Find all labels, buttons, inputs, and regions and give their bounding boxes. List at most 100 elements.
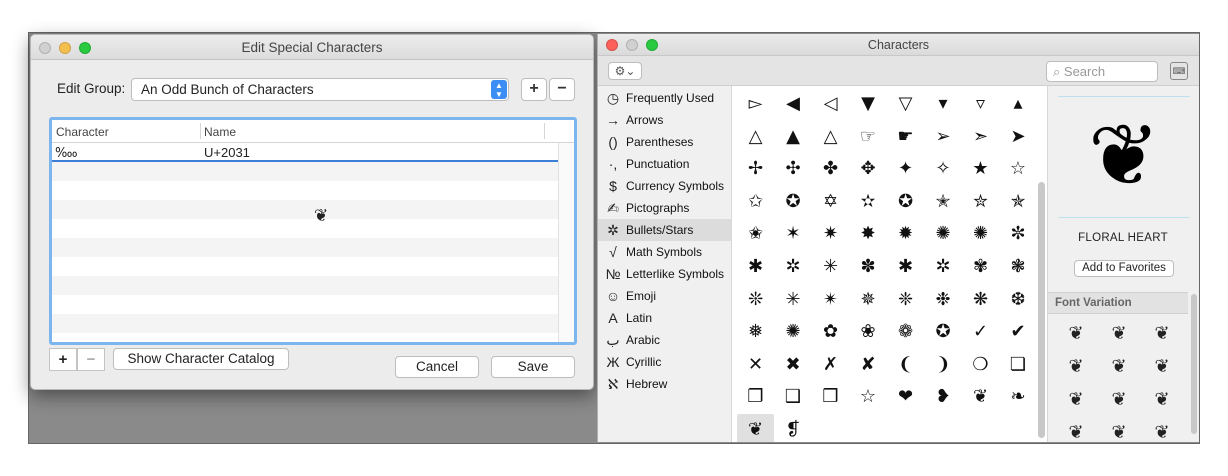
glyph-cell[interactable]: ✮: [962, 186, 999, 218]
glyph-cell[interactable]: ✖: [775, 349, 812, 381]
glyph-cell[interactable]: ✔: [1000, 316, 1037, 348]
font-variation-cell[interactable]: ❦: [1142, 384, 1182, 416]
glyph-cell[interactable]: ◁: [812, 88, 849, 120]
glyph-cell[interactable]: ✱: [887, 251, 924, 283]
column-header-character[interactable]: Character: [56, 125, 109, 139]
zoom-button[interactable]: [79, 42, 91, 54]
glyph-cell[interactable]: ★: [962, 153, 999, 185]
column-header-name[interactable]: Name: [204, 125, 236, 139]
remove-row-button[interactable]: −: [77, 348, 105, 371]
glyph-cell[interactable]: ▴: [1000, 88, 1037, 120]
category-item[interactable]: ✍ Pictographs: [598, 197, 731, 219]
font-variation-cell[interactable]: ❦: [1099, 351, 1139, 383]
glyph-cell[interactable]: ✽: [850, 251, 887, 283]
font-variation-scrollbar[interactable]: [1191, 294, 1197, 434]
glyph-cell[interactable]: ❊: [737, 284, 774, 316]
category-item[interactable]: $ Currency Symbols: [598, 175, 731, 197]
category-item[interactable]: → Arrows: [598, 109, 731, 131]
glyph-cell[interactable]: ▾: [925, 88, 962, 120]
glyph-cell[interactable]: ✬: [737, 218, 774, 250]
add-to-favorites-button[interactable]: Add to Favorites: [1074, 260, 1174, 277]
glyph-cell[interactable]: ▲: [775, 121, 812, 153]
glyph-cell[interactable]: ❩: [925, 349, 962, 381]
glyph-cell[interactable]: ✯: [1000, 186, 1037, 218]
glyph-cell[interactable]: ❨: [887, 349, 924, 381]
glyph-cell[interactable]: ❦: [962, 381, 999, 413]
font-variation-header[interactable]: Font Variation: [1048, 292, 1188, 314]
category-item[interactable]: Ж Cyrillic: [598, 351, 731, 373]
glyph-cell[interactable]: ▿: [962, 88, 999, 120]
glyph-cell[interactable]: ✡: [812, 186, 849, 218]
glyph-cell[interactable]: ✣: [775, 153, 812, 185]
glyph-cell[interactable]: ✤: [812, 153, 849, 185]
glyph-cell[interactable]: ❅: [737, 316, 774, 348]
glyph-cell[interactable]: ✕: [737, 349, 774, 381]
glyph-cell[interactable]: ✱: [737, 251, 774, 283]
glyph-cell[interactable]: ☞: [850, 121, 887, 153]
glyph-cell[interactable]: ➢: [925, 121, 962, 153]
glyph-cell[interactable]: ✳: [775, 284, 812, 316]
font-variation-cell[interactable]: ❦: [1056, 318, 1096, 350]
glyph-cell[interactable]: ✿: [812, 316, 849, 348]
glyph-cell[interactable]: ❆: [1000, 284, 1037, 316]
glyph-cell[interactable]: ❐: [737, 381, 774, 413]
glyph-cell[interactable]: ❒: [812, 381, 849, 413]
glyph-cell[interactable]: ✺: [925, 218, 962, 250]
font-variation-cell[interactable]: ❦: [1099, 318, 1139, 350]
font-variation-cell[interactable]: ❦: [1142, 318, 1182, 350]
glyph-cell[interactable]: ☛: [887, 121, 924, 153]
glyph-cell[interactable]: ✹: [887, 218, 924, 250]
category-item[interactable]: № Letterlike Symbols: [598, 263, 731, 285]
category-item[interactable]: ·, Punctuation: [598, 153, 731, 175]
glyph-cell[interactable]: ✦: [887, 153, 924, 185]
font-variation-cell[interactable]: ❦: [1142, 417, 1182, 442]
glyph-cell[interactable]: ❏: [1000, 349, 1037, 381]
show-character-catalog-button[interactable]: Show Character Catalog: [113, 348, 289, 370]
font-variation-cell[interactable]: ❦: [1142, 351, 1182, 383]
glyph-grid-scrollbar[interactable]: [1038, 182, 1045, 438]
glyph-cell[interactable]: ✪: [775, 186, 812, 218]
category-item[interactable]: () Parentheses: [598, 131, 731, 153]
glyph-cell[interactable]: ❋: [962, 284, 999, 316]
glyph-cell[interactable]: ✵: [850, 284, 887, 316]
glyph-cell[interactable]: ✧: [925, 153, 962, 185]
glyph-cell[interactable]: ✳: [812, 251, 849, 283]
glyph-cell[interactable]: ➤: [1000, 121, 1037, 153]
glyph-cell[interactable]: ➣: [962, 121, 999, 153]
minimize-button[interactable]: [626, 39, 638, 51]
font-variation-cell[interactable]: ❦: [1056, 351, 1096, 383]
category-item[interactable]: ◷ Frequently Used: [598, 87, 731, 109]
glyph-cell[interactable]: ✺: [962, 218, 999, 250]
glyph-cell[interactable]: ✲: [775, 251, 812, 283]
save-button[interactable]: Save: [491, 356, 575, 378]
glyph-cell[interactable]: ✼: [1000, 218, 1037, 250]
font-variation-cell[interactable]: ❦: [1099, 384, 1139, 416]
glyph-cell[interactable]: ✪: [925, 316, 962, 348]
glyph-cell[interactable]: ✥: [850, 153, 887, 185]
category-item[interactable]: ☺ Emoji: [598, 285, 731, 307]
glyph-cell[interactable]: ❧: [1000, 381, 1037, 413]
add-group-button[interactable]: +: [521, 78, 547, 101]
category-item[interactable]: √ Math Symbols: [598, 241, 731, 263]
glyph-cell[interactable]: ✘: [850, 349, 887, 381]
category-item[interactable]: ✲ Bullets/Stars: [598, 219, 731, 241]
glyph-cell[interactable]: ❑: [775, 381, 812, 413]
glyph-cell[interactable]: △: [737, 121, 774, 153]
category-item[interactable]: ب Arabic: [598, 329, 731, 351]
glyph-cell[interactable]: ▽: [887, 88, 924, 120]
glyph-cell[interactable]: ▻: [737, 88, 774, 120]
glyph-cell[interactable]: ✴: [812, 284, 849, 316]
search-input[interactable]: ⌕ Search: [1046, 61, 1158, 82]
glyph-cell[interactable]: ❉: [925, 284, 962, 316]
glyph-cell[interactable]: ✭: [925, 186, 962, 218]
glyph-cell[interactable]: ✩: [737, 186, 774, 218]
glyph-cell[interactable]: ❁: [887, 316, 924, 348]
glyph-cell[interactable]: ✗: [812, 349, 849, 381]
glyph-cell[interactable]: ✓: [962, 316, 999, 348]
glyph-cell[interactable]: ✺: [775, 316, 812, 348]
remove-group-button[interactable]: −: [549, 78, 575, 101]
table-row[interactable]: ‱ U+2031: [52, 143, 560, 162]
category-item[interactable]: ℵ Hebrew: [598, 373, 731, 395]
glyph-cell[interactable]: ❀: [850, 316, 887, 348]
glyph-cell[interactable]: ❥: [925, 381, 962, 413]
